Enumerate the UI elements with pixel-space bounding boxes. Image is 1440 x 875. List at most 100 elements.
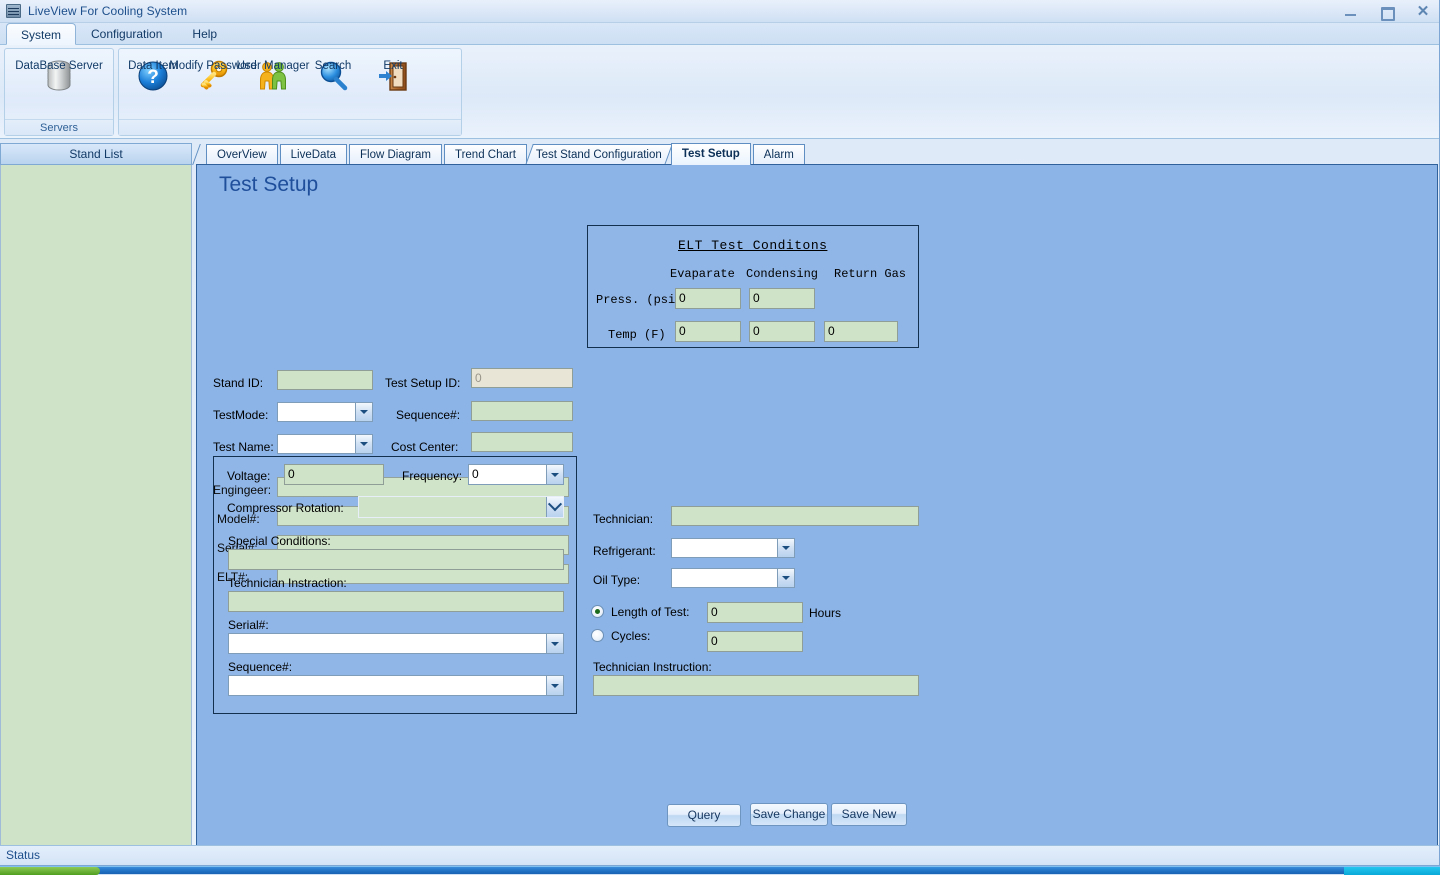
tab-test-setup[interactable]: Test Setup [671,143,751,165]
chevron-down-icon[interactable] [777,569,794,587]
tab-alarm[interactable]: Alarm [753,144,805,165]
elt-conditions-title: ELT Test Conditons [678,238,827,253]
label-stand-id: Stand ID: [213,376,263,390]
stand-list-panel: Stand List [0,143,192,846]
taskbar [0,866,1440,874]
oil-type-select[interactable] [671,568,795,588]
length-of-test-input[interactable]: 0 [707,602,803,623]
label-test-name: Test Name: [213,440,274,454]
ribbon-group-label-servers: Servers [5,119,113,135]
tab-livedata[interactable]: LiveData [280,144,347,165]
window-title: LiveView For Cooling System [28,4,187,18]
test-mode-select[interactable] [277,402,373,422]
stand-id-input[interactable] [277,370,373,390]
label-hours-unit: Hours [809,606,841,620]
ribbon-button-search[interactable]: Search [305,53,361,95]
test-setup-panel: Test Setup Stand ID: Test Setup ID: 0 Te… [196,164,1438,846]
menu-tab-system[interactable]: System [6,23,76,45]
chevron-down-icon[interactable] [777,539,794,557]
frequency-select[interactable]: 0 [468,464,564,485]
save-new-button[interactable]: Save New [831,803,907,826]
ribbon-group-label-tools [119,119,461,135]
refrigerant-select[interactable] [671,538,795,558]
elt-column-condensing: Condensing [746,267,818,281]
minimize-icon[interactable] [1343,4,1359,20]
test-name-value [278,435,355,453]
elt-column-return-gas: Return Gas [834,267,906,281]
chevron-down-icon[interactable] [546,497,563,517]
cycles-input[interactable]: 0 [707,631,803,652]
tab-trend-chart[interactable]: Trend Chart [444,144,527,165]
query-button[interactable]: Query [667,804,741,827]
ribbon-label-database-server: DataBase Server [15,60,103,72]
label-length-of-test: Length of Test: [611,605,690,619]
label-test-mode: TestMode: [213,408,268,422]
save-change-button[interactable]: Save Change [750,803,828,826]
menu-bar: System Configuration Help [0,23,1439,45]
test-name-select[interactable] [277,434,373,454]
compressor-rotation-value [359,497,546,517]
label-voltage: Voltage: [227,469,270,483]
chevron-down-icon[interactable] [355,403,372,421]
label-group-serial-no: Serial#: [228,618,269,632]
tab-strip: OverView LiveData Flow Diagram Trend Cha… [196,143,1438,165]
radio-cycles[interactable] [591,629,604,642]
stand-list-body[interactable] [0,165,192,846]
ribbon-group-tools: ? Data Item [118,48,462,136]
elt-press-evaparate-input[interactable]: 0 [675,288,741,309]
voltage-input[interactable]: 0 [284,464,384,485]
page-title: Test Setup [219,173,318,197]
ribbon-label-user-manager: User Manager [237,60,310,72]
ribbon-label-search: Search [315,60,351,72]
refrigerant-value [672,539,777,557]
elt-press-condensing-input[interactable]: 0 [749,288,815,309]
ribbon-button-user-manager[interactable]: User Manager [245,53,301,95]
group-sequence-no-select[interactable] [228,675,564,696]
label-technician: Technician: [593,512,653,526]
ribbon-toolbar: DataBase Server Servers ? [0,45,1439,139]
chevron-down-icon[interactable] [355,435,372,453]
menu-tab-help[interactable]: Help [177,22,232,44]
radio-length-of-test[interactable] [591,605,604,618]
special-conditions-input[interactable] [228,549,564,570]
label-refrigerant: Refrigerant: [593,544,656,558]
test-setup-id-input: 0 [471,368,573,388]
chevron-down-icon[interactable] [546,634,563,653]
elt-temp-evaparate-input[interactable]: 0 [675,321,741,342]
elt-test-conditions-group: ELT Test Conditons Evaparate Condensing … [587,225,919,348]
close-icon[interactable]: ✕ [1415,4,1431,20]
technician-instruction-right-input[interactable] [593,675,919,696]
sequence-no-input[interactable] [471,401,573,421]
label-special-conditions: Special Conditions: [228,534,331,548]
window-controls: ✕ [1343,0,1431,23]
elt-row-label-temp: Temp (F) [608,328,666,342]
label-oil-type: Oil Type: [593,573,640,587]
group-serial-no-select[interactable] [228,633,564,654]
stand-list-header: Stand List [0,143,192,165]
tab-flow-diagram[interactable]: Flow Diagram [349,144,442,165]
ribbon-button-modify-password[interactable]: Modify Password [185,53,241,95]
technician-instruction-left-input[interactable] [228,591,564,612]
technician-input[interactable] [671,506,919,526]
ribbon-button-exit[interactable]: Exit [365,53,421,95]
ribbon-label-exit: Exit [383,60,402,72]
body-area: Stand List OverView LiveData Flow Diagra… [0,139,1439,851]
label-compressor-rotation: Compressor Rotation: [227,501,344,515]
label-test-setup-id: Test Setup ID: [385,376,460,390]
maximize-icon[interactable] [1379,4,1395,20]
test-mode-value [278,403,355,421]
tab-test-stand-configuration[interactable]: Test Stand Configuration [525,144,673,165]
compressor-rotation-select[interactable] [358,496,564,518]
label-technician-instruction-right: Technician Instruction: [593,660,712,674]
status-bar: Status [0,845,1440,865]
chevron-down-icon[interactable] [546,465,563,484]
cost-center-input[interactable] [471,432,573,452]
tab-overview[interactable]: OverView [206,144,278,165]
ribbon-button-database-server[interactable]: DataBase Server [11,53,107,95]
electrical-settings-group: Voltage: 0 Frequency: 0 Compressor Rotat… [213,456,577,714]
menu-tab-configuration[interactable]: Configuration [76,22,177,44]
chevron-down-icon[interactable] [546,676,563,695]
elt-temp-condensing-input[interactable]: 0 [749,321,815,342]
application-window: LiveView For Cooling System ✕ System Con… [0,0,1440,866]
elt-temp-return-gas-input[interactable]: 0 [824,321,898,342]
